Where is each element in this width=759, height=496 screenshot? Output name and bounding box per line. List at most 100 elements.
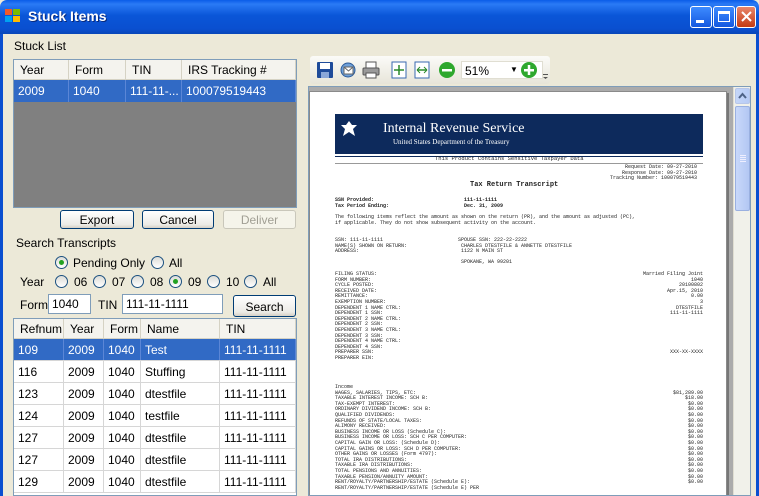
deliver-button[interactable]: Deliver xyxy=(223,210,296,229)
year-label: Year xyxy=(20,275,45,289)
all-radio[interactable] xyxy=(151,256,164,269)
cell-tin: 111-11-1111 xyxy=(220,339,296,360)
year-option-07[interactable]: 07 xyxy=(112,275,125,289)
sensitive-notice: This Product Contains Sensitive Taxpayer… xyxy=(435,155,584,162)
cell-tin: 111-11-1111 xyxy=(220,471,296,492)
scroll-up-button[interactable] xyxy=(735,88,750,104)
all-label[interactable]: All xyxy=(169,256,182,270)
column-header-tin[interactable]: TIN xyxy=(220,319,296,338)
tin-label: TIN xyxy=(98,298,118,312)
minimize-icon xyxy=(696,20,704,23)
cell-tracking: 100079519443 xyxy=(182,80,296,102)
vertical-scrollbar[interactable] xyxy=(733,87,750,495)
cell-tin: 111-11-1111 xyxy=(220,449,296,470)
table-row[interactable]: 116 2009 1040 Stuffing 111-11-1111 xyxy=(14,361,296,383)
year-radio-06[interactable] xyxy=(55,275,68,288)
cell-form: 1040 xyxy=(104,471,141,492)
income-labels: Income WAGES, SALARIES, TIPS, ETC: TAXAB… xyxy=(335,384,480,491)
pending-only-label[interactable]: Pending Only xyxy=(73,256,145,270)
cell-name: testfile xyxy=(141,405,220,426)
cell-name: dtestfile xyxy=(141,449,220,470)
cell-name: dtestfile xyxy=(141,427,220,448)
intro-text: The following items reflect the amount a… xyxy=(335,214,636,226)
column-header-tin[interactable]: TIN xyxy=(126,60,182,79)
year-radio-08[interactable] xyxy=(131,275,144,288)
window-body: Stuck List Year Form TIN IRS Tracking # … xyxy=(0,34,759,496)
year-option-10[interactable]: 10 xyxy=(226,275,239,289)
cell-refnum: 109 xyxy=(14,339,64,360)
cell-refnum: 116 xyxy=(14,361,64,382)
table-row[interactable]: 127 2009 1040 dtestfile 111-11-1111 xyxy=(14,449,296,471)
year-radio-all[interactable] xyxy=(244,275,257,288)
filing-values: Married Filing Joint 1040 20100802 Apr.1… xyxy=(642,271,703,356)
cell-form: 1040 xyxy=(104,427,141,448)
cell-form: 1040 xyxy=(104,383,141,404)
irs-title: Internal Revenue Service xyxy=(383,121,525,136)
year-option-08[interactable]: 08 xyxy=(150,275,163,289)
pending-only-radio[interactable] xyxy=(55,256,68,269)
table-row[interactable]: 127 2009 1040 dtestfile 111-11-1111 xyxy=(14,427,296,449)
year-option-all[interactable]: All xyxy=(263,275,276,289)
cell-refnum: 127 xyxy=(14,449,64,470)
email-icon[interactable] xyxy=(339,61,357,79)
table-row[interactable]: 129 2009 1040 dtestfile 111-11-1111 xyxy=(14,471,296,493)
table-row[interactable]: 124 2009 1040 testfile 111-11-1111 xyxy=(14,405,296,427)
results-rows: 109 2009 1040 Test 111-11-1111 116 2009 1040 Stu… xyxy=(14,339,296,493)
form-input[interactable] xyxy=(48,294,91,314)
column-header-refnum[interactable]: Refnum xyxy=(14,319,64,338)
viewer-toolbar: 51% ▼ xyxy=(310,56,550,84)
column-header-form[interactable]: Form xyxy=(69,60,126,79)
cell-tin: 111-11-1111 xyxy=(220,383,296,404)
cell-year: 2009 xyxy=(64,383,104,404)
cell-name: Test xyxy=(141,339,220,360)
app-icon xyxy=(5,9,22,24)
document-heading: Tax Return Transcript xyxy=(470,181,559,189)
cell-tin: 111-11-1111 xyxy=(220,361,296,382)
column-header-name[interactable]: Name xyxy=(141,319,220,338)
minimize-button[interactable] xyxy=(690,6,712,28)
chevron-down-icon[interactable]: ▼ xyxy=(510,65,518,74)
save-icon[interactable] xyxy=(316,61,334,79)
cell-tin: 111-11-... xyxy=(126,80,182,102)
cell-form: 1040 xyxy=(104,339,141,360)
column-header-year[interactable]: Year xyxy=(64,319,104,338)
table-row[interactable]: 109 2009 1040 Test 111-11-1111 xyxy=(14,339,296,361)
maximize-button[interactable] xyxy=(713,6,735,28)
table-row[interactable]: 2009 1040 111-11-... 100079519443 xyxy=(14,80,296,102)
tin-input[interactable] xyxy=(122,294,223,314)
cell-refnum: 127 xyxy=(14,427,64,448)
table-row[interactable]: 123 2009 1040 dtestfile 111-11-1111 xyxy=(14,383,296,405)
scroll-thumb[interactable] xyxy=(735,106,750,211)
year-radio-10[interactable] xyxy=(207,275,220,288)
zoom-in-icon[interactable] xyxy=(520,61,538,79)
year-option-06[interactable]: 06 xyxy=(74,275,87,289)
export-button[interactable]: Export xyxy=(60,210,134,229)
cell-year: 2009 xyxy=(64,449,104,470)
close-button[interactable] xyxy=(736,6,756,28)
column-header-year[interactable]: Year xyxy=(14,60,69,79)
year-radio-09[interactable] xyxy=(169,275,182,288)
cell-tin: 111-11-1111 xyxy=(220,405,296,426)
cancel-button[interactable]: Cancel xyxy=(142,210,214,229)
toolbar-overflow-icon[interactable] xyxy=(542,72,550,80)
fit-width-icon[interactable] xyxy=(413,61,431,79)
column-header-form[interactable]: Form xyxy=(104,319,141,338)
year-radio-07[interactable] xyxy=(93,275,106,288)
print-icon[interactable] xyxy=(362,61,380,79)
search-transcripts-label: Search Transcripts xyxy=(16,236,117,250)
cell-year: 2009 xyxy=(64,427,104,448)
fit-page-icon[interactable] xyxy=(390,61,408,79)
cell-year: 2009 xyxy=(64,339,104,360)
transcript-page: Internal Revenue Service United States D… xyxy=(309,91,727,495)
irs-subtitle: United States Department of the Treasury xyxy=(393,138,510,146)
cell-name: dtestfile xyxy=(141,383,220,404)
year-option-09[interactable]: 09 xyxy=(188,275,201,289)
results-grid[interactable]: Refnum Year Form Name TIN 109 2009 1040 Tes… xyxy=(13,318,297,496)
cell-year: 2009 xyxy=(64,405,104,426)
document-viewer[interactable]: Internal Revenue Service United States D… xyxy=(308,86,751,496)
stuck-list-grid[interactable]: Year Form TIN IRS Tracking # 2009 1040 1… xyxy=(13,59,297,208)
title-bar: Stuck Items xyxy=(0,0,759,34)
zoom-out-icon[interactable] xyxy=(438,61,456,79)
search-button[interactable]: Search xyxy=(233,295,296,317)
column-header-tracking[interactable]: IRS Tracking # xyxy=(182,60,296,79)
